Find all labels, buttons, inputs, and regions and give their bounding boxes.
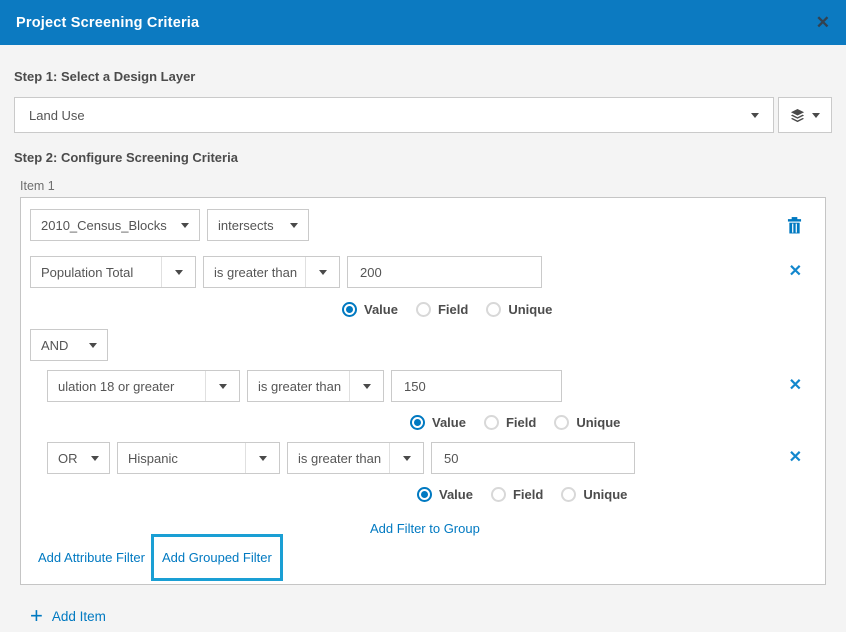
filter-2-value-input[interactable] [431,442,635,474]
radio-selected-icon [417,487,432,502]
add-grouped-filter-highlight: Add Grouped Filter [151,534,283,581]
filter-row-2: OR Hispanic is greater than ✕ [47,442,816,474]
radio-unselected-icon [491,487,506,502]
chevron-down-icon [175,270,183,275]
layer-options-button[interactable] [778,97,832,133]
filter-1-operator-row: AND [30,329,816,361]
chevron-down-icon [751,113,759,118]
filter-0-mode-radios: Value Field Unique [342,302,816,317]
chevron-down-icon [363,384,371,389]
radio-unselected-icon [554,415,569,430]
design-layer-value: Land Use [29,108,85,123]
chevron-down-icon [319,270,327,275]
chevron-down-icon [403,456,411,461]
dialog-title: Project Screening Criteria [16,15,199,31]
filter-row-1: ulation 18 or greater is greater than ✕ [47,370,816,402]
filter-0-condition-select[interactable]: is greater than [203,256,340,288]
filter-1-mode-radios: Value Field Unique [410,415,816,430]
spatial-relation-select[interactable]: intersects [207,209,309,241]
chevron-down-icon [812,113,820,118]
add-attribute-filter-link[interactable]: Add Attribute Filter [38,551,145,564]
spatial-relation-value: intersects [208,218,290,233]
x-icon: ✕ [789,450,802,466]
add-filter-to-group-link[interactable]: Add Filter to Group [370,521,480,536]
filter-2-condition-value: is greater than [288,451,389,466]
filter-1-field-value: ulation 18 or greater [48,379,205,394]
filter-1-operator-select[interactable]: AND [30,329,108,361]
dialog-body: Step 1: Select a Design Layer Land Use S… [0,45,846,625]
design-layer-row: Land Use [14,97,832,133]
item-layer-value: 2010_Census_Blocks [31,218,181,233]
radio-field[interactable]: Field [416,302,468,317]
add-filter-to-group-row: Add Filter to Group [370,520,816,533]
radio-selected-icon [342,302,357,317]
radio-unselected-icon [561,487,576,502]
filter-0-value-input[interactable] [347,256,542,288]
step1-label: Step 1: Select a Design Layer [14,69,832,85]
chevron-down-icon [181,223,189,228]
add-grouped-filter-link[interactable]: Add Grouped Filter [162,551,272,564]
filter-2-field-value: Hispanic [118,451,245,466]
radio-value[interactable]: Value [417,487,473,502]
filter-2-condition-select[interactable]: is greater than [287,442,424,474]
x-icon: ✕ [789,264,802,280]
filter-2-operator-value: OR [48,451,91,466]
radio-value[interactable]: Value [410,415,466,430]
item-layer-select[interactable]: 2010_Census_Blocks [30,209,200,241]
close-icon[interactable]: ✕ [816,14,830,31]
delete-item-button[interactable] [787,217,802,234]
filter-actions-row: Add Attribute Filter Add Grouped Filter [30,534,816,581]
chevron-down-icon [290,223,298,228]
dialog-header: Project Screening Criteria ✕ [0,0,846,45]
filter-0-field-value: Population Total [31,265,161,280]
filter-2-operator-select[interactable]: OR [47,442,110,474]
radio-field[interactable]: Field [491,487,543,502]
filter-1-field-select[interactable]: ulation 18 or greater [47,370,240,402]
radio-value[interactable]: Value [342,302,398,317]
filter-1-condition-select[interactable]: is greater than [247,370,384,402]
filter-1-condition-value: is greater than [248,379,349,394]
project-screening-criteria-dialog: Project Screening Criteria ✕ Step 1: Sel… [0,0,846,625]
add-item-button[interactable]: + Add Item [30,607,832,625]
remove-filter-2-button[interactable]: ✕ [789,450,802,466]
filter-2-mode-radios: Value Field Unique [417,487,816,502]
chevron-down-icon [259,456,267,461]
add-item-label: Add Item [52,610,106,623]
radio-unique[interactable]: Unique [486,302,552,317]
item-label: Item 1 [20,180,832,193]
remove-filter-0-button[interactable]: ✕ [789,264,802,280]
chevron-down-icon [219,384,227,389]
filter-1-value-input[interactable] [391,370,562,402]
radio-selected-icon [410,415,425,430]
screening-item-panel: 2010_Census_Blocks intersects [20,197,826,585]
x-icon: ✕ [789,378,802,394]
plus-icon: + [30,607,43,625]
filter-row-0: Population Total is greater than ✕ [30,256,816,288]
radio-unique[interactable]: Unique [561,487,627,502]
filter-2-field-select[interactable]: Hispanic [117,442,280,474]
radio-unique[interactable]: Unique [554,415,620,430]
layer-relation-row: 2010_Census_Blocks intersects [30,209,816,241]
design-layer-select[interactable]: Land Use [14,97,774,133]
layers-icon [790,108,805,123]
radio-unselected-icon [484,415,499,430]
chevron-down-icon [91,456,99,461]
filter-0-condition-value: is greater than [204,265,305,280]
step2-label: Step 2: Configure Screening Criteria [14,150,832,166]
trash-icon [787,217,802,234]
radio-field[interactable]: Field [484,415,536,430]
filter-0-field-select[interactable]: Population Total [30,256,196,288]
remove-filter-1-button[interactable]: ✕ [789,378,802,394]
radio-unselected-icon [486,302,501,317]
chevron-down-icon [89,343,97,348]
radio-unselected-icon [416,302,431,317]
filter-1-operator-value: AND [31,338,89,353]
